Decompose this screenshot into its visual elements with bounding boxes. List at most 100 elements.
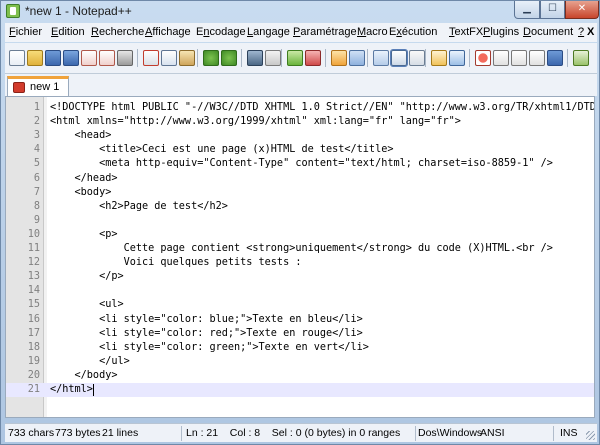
doc-map-icon[interactable] (449, 50, 465, 66)
undo-icon[interactable] (203, 50, 219, 66)
user-lang-icon[interactable] (431, 50, 447, 66)
tab-new-1[interactable]: new 1 (7, 76, 69, 96)
notepadpp-app-icon[interactable] (6, 4, 20, 18)
save-icon[interactable] (45, 50, 61, 66)
maximize-button[interactable]: ☐ (540, 1, 565, 19)
menu-item[interactable]: Edition (51, 26, 85, 38)
code-line[interactable]: 1 <!DOCTYPE html PUBLIC "-//W3C//DTD XHTM… (6, 101, 594, 115)
record-macro-icon[interactable] (475, 50, 491, 66)
stop-record-icon[interactable] (493, 50, 509, 66)
code-line[interactable]: 14 (6, 284, 594, 298)
menu-item-text: angage (253, 26, 290, 38)
menu-item[interactable]: Encodage (196, 26, 246, 38)
menu-item-text: aramétrage (300, 26, 357, 38)
code-line[interactable]: 3 <head> (6, 129, 594, 143)
status-eol-format[interactable]: Dos\Windows (418, 424, 482, 443)
indent-guide-icon[interactable] (409, 50, 425, 66)
code-line[interactable]: 11 Cette page contient <strong>uniquemen… (6, 242, 594, 256)
minimize-button[interactable]: ▁ (514, 1, 540, 19)
menu-item[interactable]: Document (523, 26, 573, 38)
toolbar-separator (469, 49, 470, 67)
code-text: </body> (50, 369, 118, 381)
unsaved-disk-icon (13, 82, 25, 93)
menu-item[interactable]: Recherche (91, 26, 144, 38)
status-lines: 21 lines (102, 427, 139, 439)
toolbar-separator (281, 49, 282, 67)
word-wrap-icon[interactable] (373, 50, 389, 66)
open-file-icon[interactable] (27, 50, 43, 66)
close-document-button[interactable]: X (587, 26, 594, 38)
line-number: 17 (27, 327, 40, 339)
code-line[interactable]: 17 <li style="color: red;">Texte en roug… (6, 327, 594, 341)
menu-item[interactable]: Plugins (483, 26, 519, 38)
save-all-icon[interactable] (63, 50, 79, 66)
menu-item[interactable]: Macro (357, 26, 388, 38)
play-multiple-icon[interactable] (529, 50, 545, 66)
sync-horizontal-icon[interactable] (349, 50, 365, 66)
toolbar-separator (137, 49, 138, 67)
paste-icon[interactable] (179, 50, 195, 66)
code-line[interactable]: 5 <meta http-equiv="Content-Type" conten… (6, 157, 594, 171)
copy-icon[interactable] (161, 50, 177, 66)
menu-item[interactable]: Paramétrage (293, 26, 357, 38)
menu-item-text: D (523, 26, 531, 38)
play-macro-icon[interactable] (511, 50, 527, 66)
zoom-out-icon[interactable] (305, 50, 321, 66)
code-line[interactable]: 9 (6, 214, 594, 228)
window-title: *new 1 - Notepad++ (25, 4, 132, 18)
toolbar-separator (325, 49, 326, 67)
status-bar: 733 chars 773 bytes 21 lines Ln : 21 Col… (5, 423, 597, 442)
status-encoding[interactable]: ANSI (480, 424, 505, 443)
spell-check-icon[interactable] (573, 50, 589, 66)
code-line[interactable]: 8 <h2>Page de test</h2> (6, 200, 594, 214)
code-line[interactable]: 12 Voici quelques petits tests : (6, 256, 594, 270)
menu-item[interactable]: Fichier (9, 26, 42, 38)
save-macro-icon[interactable] (547, 50, 563, 66)
code-line[interactable]: 16 <li style="color: blue;">Texte en ble… (6, 313, 594, 327)
code-text: </ul> (50, 355, 130, 367)
code-line[interactable]: 13 </p> (6, 270, 594, 284)
menu-item[interactable]: ? (578, 26, 584, 38)
cut-icon[interactable] (143, 50, 159, 66)
code-line[interactable]: 6 </head> (6, 172, 594, 186)
menu-item-text: F (9, 26, 16, 38)
zoom-in-icon[interactable] (287, 50, 303, 66)
tab-bar: new 1 (5, 74, 597, 96)
code-editor[interactable]: 1 <!DOCTYPE html PUBLIC "-//W3C//DTD XHTM… (5, 96, 595, 418)
menu-item[interactable]: Exécution (389, 26, 437, 38)
line-number: 12 (27, 257, 40, 269)
line-number: 21 (27, 384, 40, 395)
code-line[interactable]: 10 <p> (6, 228, 594, 242)
replace-icon[interactable] (265, 50, 281, 66)
close-all-icon[interactable] (99, 50, 115, 66)
code-line[interactable]: 4 <title>Ceci est une page (x)HTML de te… (6, 143, 594, 157)
code-line[interactable]: 2 <html xmlns="http://www.w3.org/1999/xht… (6, 115, 594, 129)
code-line[interactable]: 7 <body> (6, 186, 594, 200)
find-icon[interactable] (247, 50, 263, 66)
menu-item[interactable]: Langage (247, 26, 290, 38)
status-insert-mode[interactable]: INS (560, 424, 578, 443)
print-icon[interactable] (117, 50, 133, 66)
menu-item[interactable]: Affichage (145, 26, 191, 38)
menu-item-text: lugins (490, 26, 520, 38)
code-text: <p> (50, 228, 118, 240)
code-line[interactable]: 21 </html> (6, 383, 594, 397)
title-bar[interactable]: *new 1 - Notepad++ ▁ ☐ ✕ (1, 1, 599, 22)
code-line[interactable]: 20 </body> (6, 369, 594, 383)
line-number: 7 (33, 186, 40, 198)
close-icon[interactable] (81, 50, 97, 66)
code-text: <li style="color: blue;">Texte en bleu</… (50, 313, 363, 325)
menu-item-text: M (357, 26, 367, 38)
show-all-chars-icon[interactable] (390, 49, 408, 67)
status-divider (181, 426, 182, 441)
code-line[interactable]: 18 <li style="color: green;">Texte en ve… (6, 341, 594, 355)
menu-item[interactable]: TextFX (449, 26, 483, 38)
resize-grip[interactable] (586, 431, 595, 440)
new-file-icon[interactable] (9, 50, 25, 66)
code-line[interactable]: 19 </ul> (6, 355, 594, 369)
code-line[interactable]: 15 <ul> (6, 298, 594, 312)
sync-vertical-icon[interactable] (331, 50, 347, 66)
code-text: <meta http-equiv="Content-Type" content=… (50, 158, 553, 170)
close-window-button[interactable]: ✕ (565, 1, 599, 19)
redo-icon[interactable] (221, 50, 237, 66)
